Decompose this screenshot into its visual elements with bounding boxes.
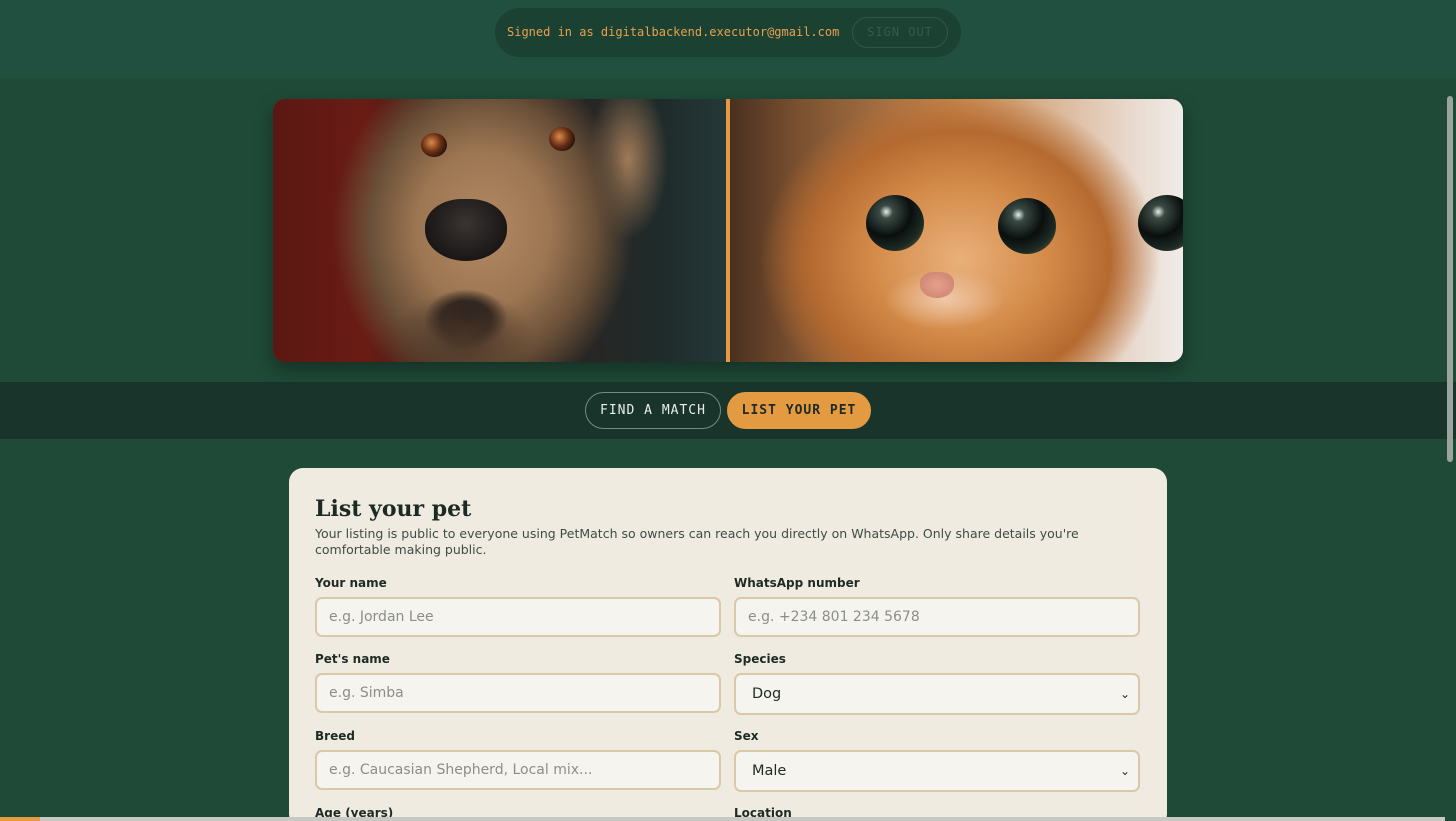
dog-photo [273,99,726,362]
form-description: Your listing is public to everyone using… [315,526,1079,557]
dog-eye [549,127,575,151]
chevron-down-icon: ⌄ [1119,764,1130,778]
breed-label: Breed [315,729,355,743]
sign-out-button[interactable]: SIGN OUT [852,17,948,48]
list-your-pet-tab[interactable]: LIST YOUR PET [727,392,871,429]
sex-label: Sex [734,729,759,743]
cat-eye-left [866,195,924,251]
sex-value: Male [752,763,787,779]
form-title: List your pet [315,496,472,522]
dog-eye [421,133,447,157]
cat-eye [1138,195,1183,251]
pet-name-input[interactable]: e.g. Simba [315,673,721,713]
chevron-down-icon: ⌄ [1119,687,1130,701]
sex-select[interactable]: Male ⌄ [734,750,1140,792]
pet-name-label: Pet's name [315,652,390,666]
cat-eye-right [998,198,1056,254]
find-a-match-tab[interactable]: FIND A MATCH [585,392,721,429]
species-value: Dog [752,686,782,702]
bottom-edge [40,817,1445,821]
cat-photo [730,99,1183,362]
whatsapp-label: WhatsApp number [734,576,860,590]
top-bar: Signed in as digitalbackend.executor@gma… [0,0,1456,78]
your-name-label: Your name [315,576,387,590]
list-pet-form: List your pet Your listing is public to … [289,468,1167,821]
mode-tabs: FIND A MATCH LIST YOUR PET [0,382,1456,439]
whatsapp-input[interactable]: e.g. +234 801 234 5678 [734,597,1140,637]
breed-input[interactable]: e.g. Caucasian Shepherd, Local mix... [315,750,721,790]
species-label: Species [734,652,786,666]
bottom-accent [0,817,40,821]
species-select[interactable]: Dog ⌄ [734,673,1140,715]
cat-nose [920,272,954,298]
signed-in-text: Signed in as digitalbackend.executor@gma… [507,25,840,39]
scrollbar-thumb[interactable] [1447,96,1453,462]
dog-nose [425,199,507,261]
account-pill: Signed in as digitalbackend.executor@gma… [495,8,961,57]
your-name-input[interactable]: e.g. Jordan Lee [315,597,721,637]
